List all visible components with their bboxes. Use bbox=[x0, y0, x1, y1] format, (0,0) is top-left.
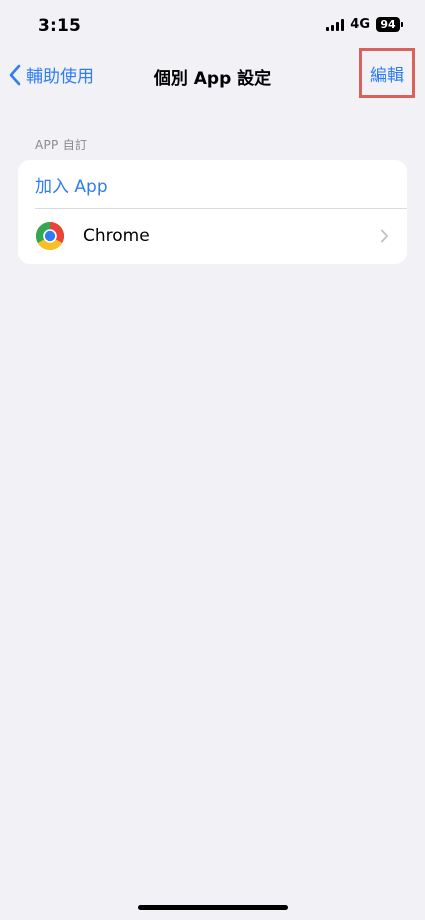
home-indicator[interactable] bbox=[138, 905, 288, 910]
add-app-button[interactable]: 加入 App bbox=[18, 160, 407, 208]
status-indicators: 4G 94 bbox=[326, 17, 403, 32]
navigation-bar: 輔助使用 個別 App 設定 編輯 bbox=[0, 48, 425, 98]
app-customization-group: 加入 App Chrome bbox=[18, 160, 407, 264]
app-name: Chrome bbox=[83, 226, 150, 246]
network-type-label: 4G bbox=[350, 17, 370, 32]
chrome-icon bbox=[36, 222, 64, 250]
chevron-right-icon bbox=[381, 229, 388, 243]
edit-button-label: 編輯 bbox=[370, 65, 404, 86]
status-time: 3:15 bbox=[38, 16, 82, 36]
section-header: APP 自訂 bbox=[35, 138, 88, 152]
battery-tip bbox=[401, 22, 403, 27]
battery-level: 94 bbox=[376, 17, 400, 32]
edit-button[interactable]: 編輯 bbox=[359, 48, 415, 98]
battery-icon: 94 bbox=[376, 17, 403, 32]
status-bar: 3:15 4G 94 bbox=[0, 0, 425, 54]
cellular-signal-icon bbox=[326, 18, 345, 31]
add-app-label: 加入 App bbox=[35, 176, 108, 197]
app-row-chrome[interactable]: Chrome bbox=[18, 208, 407, 264]
